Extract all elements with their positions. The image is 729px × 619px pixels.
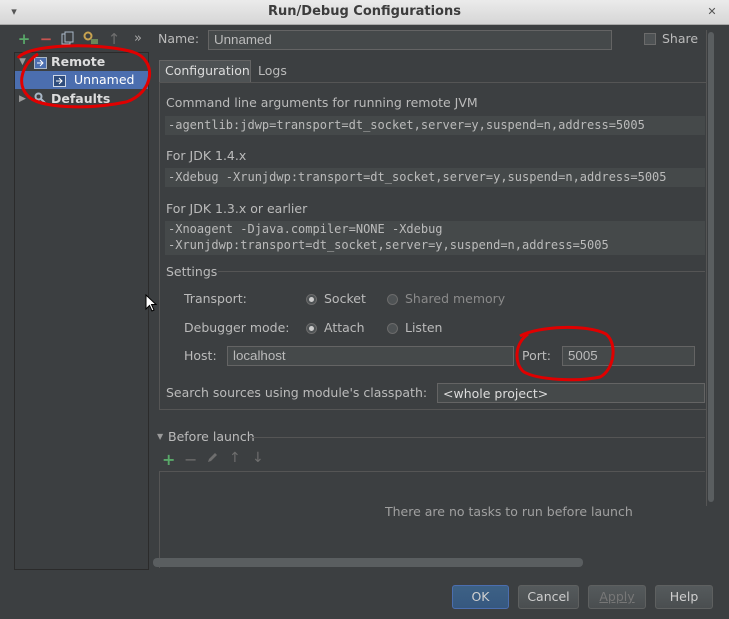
vertical-scrollbar[interactable] [706, 30, 716, 506]
radio-socket[interactable] [306, 294, 317, 305]
move-task-up-icon[interactable]: ↑ [229, 450, 241, 466]
jdk13-args-field[interactable]: -Xnoagent -Djava.compiler=NONE -Xdebug -… [165, 221, 705, 255]
help-button[interactable]: Help [655, 585, 713, 609]
jdk13-heading: For JDK 1.3.x or earlier [166, 201, 308, 216]
before-launch-collapse-icon[interactable]: ▼ [157, 432, 163, 441]
cancel-button[interactable]: Cancel [518, 585, 579, 609]
host-input[interactable] [227, 346, 514, 366]
red-annotation-port [515, 326, 615, 382]
jvm-heading: Command line arguments for running remot… [166, 95, 478, 110]
window-title: Run/Debug Configurations [268, 4, 461, 19]
classpath-label: Search sources using module's classpath: [166, 385, 428, 400]
jdk13-args-line2: -Xrunjdwp:transport=dt_socket,server=y,s… [168, 238, 609, 252]
name-input[interactable] [208, 30, 612, 50]
tab-configuration[interactable]: Configuration [159, 60, 251, 82]
radio-listen-label: Listen [405, 320, 443, 335]
name-label: Name: [158, 31, 200, 46]
radio-shared-memory[interactable] [387, 294, 398, 305]
move-task-down-icon[interactable]: ↓ [252, 450, 264, 466]
red-annotation-tree [16, 44, 151, 109]
radio-shared-memory-label: Shared memory [405, 291, 506, 306]
jdk14-heading: For JDK 1.4.x [166, 148, 247, 163]
radio-attach[interactable] [306, 323, 317, 334]
radio-socket-label: Socket [324, 291, 366, 306]
host-label: Host: [184, 348, 217, 363]
share-label: Share [662, 31, 699, 46]
settings-divider [218, 271, 705, 272]
radio-listen[interactable] [387, 323, 398, 334]
tab-logs-label: Logs [258, 63, 287, 78]
close-icon[interactable]: ✕ [706, 6, 718, 18]
tab-logs[interactable]: Logs [253, 61, 295, 82]
title-bar: ▾ Run/Debug Configurations ✕ [0, 0, 729, 25]
classpath-select[interactable]: <whole project> [437, 383, 705, 403]
share-checkbox[interactable] [644, 33, 656, 45]
before-launch-heading: Before launch [168, 429, 255, 444]
jdk13-args-line1: -Xnoagent -Djava.compiler=NONE -Xdebug [168, 222, 443, 236]
edit-task-icon[interactable] [206, 452, 218, 467]
tab-configuration-label: Configuration [165, 63, 250, 78]
jdk14-args-field[interactable]: -Xdebug -Xrunjdwp:transport=dt_socket,se… [165, 168, 705, 187]
before-launch-divider [250, 437, 705, 438]
config-tree: ▼ Remote Unnamed ▶ Defaults [14, 52, 149, 570]
radio-attach-label: Attach [324, 320, 365, 335]
vertical-scrollbar-thumb[interactable] [708, 32, 714, 502]
before-launch-empty-text: There are no tasks to run before launch [385, 504, 633, 519]
mouse-cursor-icon [145, 294, 157, 312]
horizontal-scrollbar-thumb[interactable] [153, 558, 583, 567]
before-launch-task-list: There are no tasks to run before launch [159, 471, 705, 568]
settings-heading: Settings [166, 264, 218, 279]
ok-button[interactable]: OK [452, 585, 509, 609]
add-task-icon[interactable]: + [162, 450, 175, 469]
jvm-args-field[interactable]: -agentlib:jdwp=transport=dt_socket,serve… [165, 116, 705, 135]
remove-task-icon[interactable]: − [184, 450, 197, 469]
apply-button[interactable]: Apply [588, 585, 646, 609]
transport-label: Transport: [184, 291, 247, 306]
debugger-mode-label: Debugger mode: [184, 320, 290, 335]
